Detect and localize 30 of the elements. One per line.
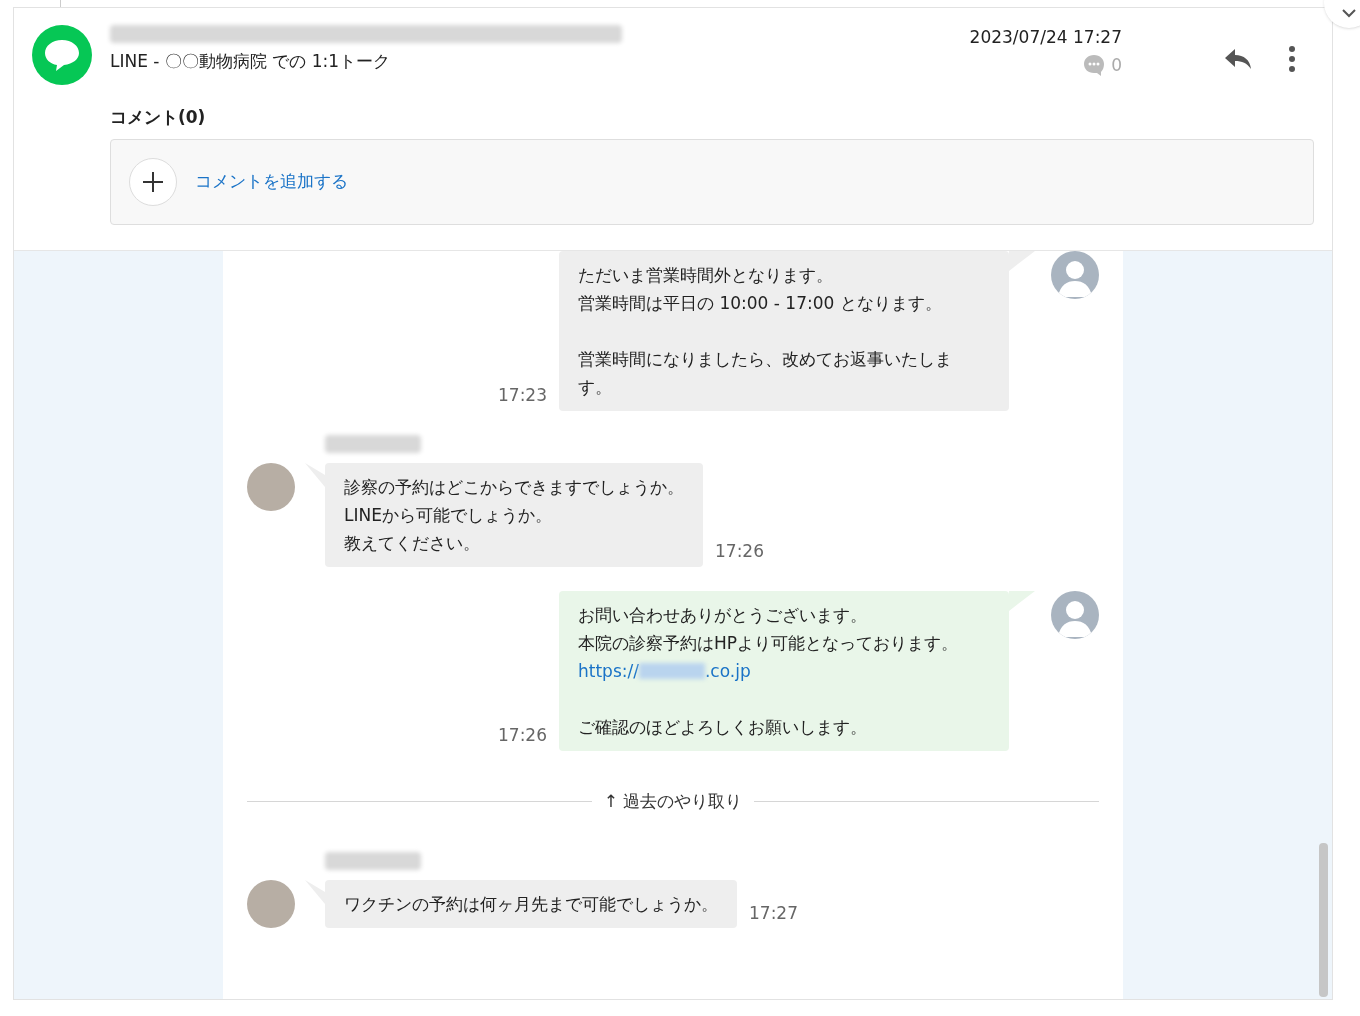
url-link[interactable]: https:// .co.jp: [578, 656, 751, 685]
history-divider-label[interactable]: ↑ 過去のやり取り: [603, 788, 743, 814]
message-text: LINEから可能でしょうか。: [344, 503, 553, 527]
message-time: 17:27: [749, 901, 798, 925]
comments-heading: コメント(0): [110, 106, 207, 129]
message-time: 17:26: [498, 724, 547, 747]
comment-bubble-icon: [1083, 54, 1106, 77]
add-comment-link[interactable]: コメントを追加する: [195, 168, 348, 195]
scrollbar-thumb[interactable]: [1319, 843, 1328, 997]
message-text: ご確認のほどよろしくお願いします。: [578, 715, 868, 739]
photo-placeholder: [247, 462, 295, 511]
message-datetime: 2023/07/24 17:27: [969, 26, 1122, 49]
message-text: 営業時間は平日の 10:00 - 17:00 となります。: [578, 291, 943, 315]
message-text: 診察の予約はどこからできますでしょうか。: [344, 475, 684, 499]
message-time: 17:23: [498, 384, 547, 407]
message-text: ただいま営業時間外となります。: [578, 263, 834, 287]
user-avatar-icon: [1051, 590, 1099, 639]
photo-placeholder: [247, 880, 295, 928]
conversation-subtitle: LINE - 〇〇動物病院 での 1:1トーク: [110, 50, 392, 73]
message-text: お問い合わせありがとうございます。: [578, 603, 868, 627]
message-time: 17:26: [715, 540, 764, 563]
message-text: 本院の診察予約はHPより可能となっております。: [578, 631, 960, 655]
message-text: 営業時間になりましたら、改めてお返事いたしま: [578, 347, 953, 371]
chevron-down-icon: [1342, 9, 1356, 18]
comment-count: 0: [1111, 53, 1122, 77]
message-text: す。: [578, 375, 613, 399]
message-text: 教えてください。: [344, 531, 481, 555]
add-comment-icon[interactable]: [129, 157, 177, 206]
message-text: ワクチンの予約は何ヶ月先まで可能でしょうか。: [344, 893, 718, 916]
line-logo-icon: [32, 25, 92, 85]
